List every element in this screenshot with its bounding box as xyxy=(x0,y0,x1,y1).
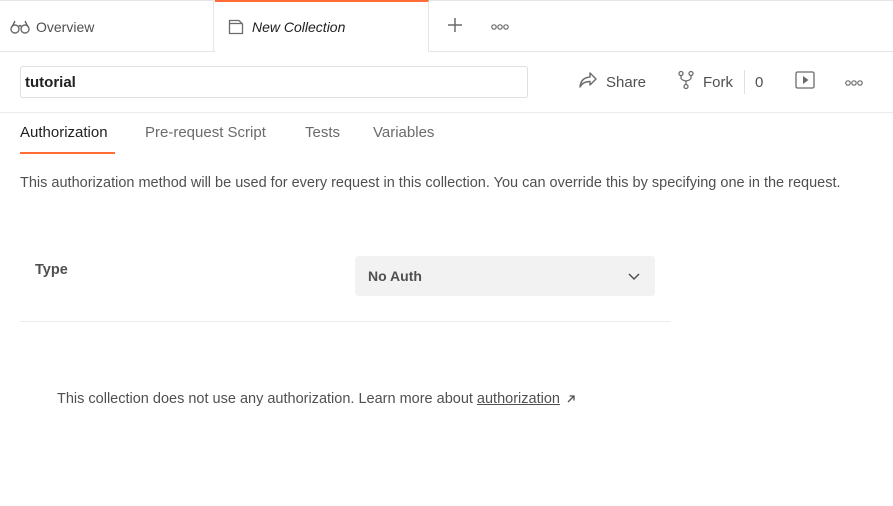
auth-type-select[interactable]: No Auth xyxy=(355,256,655,296)
auth-type-label: Type xyxy=(35,262,68,278)
chevron-down-icon xyxy=(627,268,641,284)
tab-overview[interactable]: Overview xyxy=(0,1,214,52)
tab-overview-label: Overview xyxy=(36,18,95,35)
more-actions-button[interactable] xyxy=(844,70,864,94)
tab-tests[interactable]: Tests xyxy=(305,124,340,154)
tab-new-collection[interactable]: New Collection xyxy=(215,0,429,52)
header-divider xyxy=(0,112,893,113)
tab-options-button[interactable] xyxy=(486,13,514,41)
fork-label: Fork xyxy=(703,73,733,91)
tab-bar: Overview New Collection xyxy=(0,0,893,52)
fork-count[interactable]: 0 xyxy=(755,70,763,94)
plus-icon xyxy=(446,16,464,39)
more-horizontal-icon xyxy=(490,18,510,36)
collection-icon xyxy=(226,17,246,37)
authorization-docs-link[interactable]: authorization xyxy=(477,391,560,407)
new-tab-button[interactable] xyxy=(441,13,469,41)
no-auth-info-text: This collection does not use any authori… xyxy=(57,391,473,407)
external-link-icon xyxy=(566,394,576,404)
collection-name-input[interactable] xyxy=(20,66,528,98)
fork-icon xyxy=(677,70,695,94)
collection-editor: Overview New Collection tutorial Share F… xyxy=(0,0,893,506)
fork-divider xyxy=(744,70,745,94)
more-horizontal-icon xyxy=(844,74,864,91)
share-button[interactable]: Share xyxy=(578,70,646,94)
play-icon xyxy=(794,70,816,94)
share-icon xyxy=(578,71,598,93)
overview-icon xyxy=(10,17,30,37)
auth-type-divider xyxy=(20,321,671,322)
auth-description: This authorization method will be used f… xyxy=(20,175,841,191)
tab-variables[interactable]: Variables xyxy=(373,124,434,154)
tab-authorization[interactable]: Authorization xyxy=(20,124,115,154)
share-label: Share xyxy=(606,73,647,91)
run-collection-button[interactable] xyxy=(794,70,816,94)
fork-button[interactable]: Fork xyxy=(677,70,733,94)
auth-type-value: No Auth xyxy=(368,268,422,284)
tab-pre-request-script[interactable]: Pre-request Script xyxy=(145,124,266,154)
tab-new-collection-label: New Collection xyxy=(252,19,346,35)
no-auth-info: This collection does not use any authori… xyxy=(57,391,576,407)
